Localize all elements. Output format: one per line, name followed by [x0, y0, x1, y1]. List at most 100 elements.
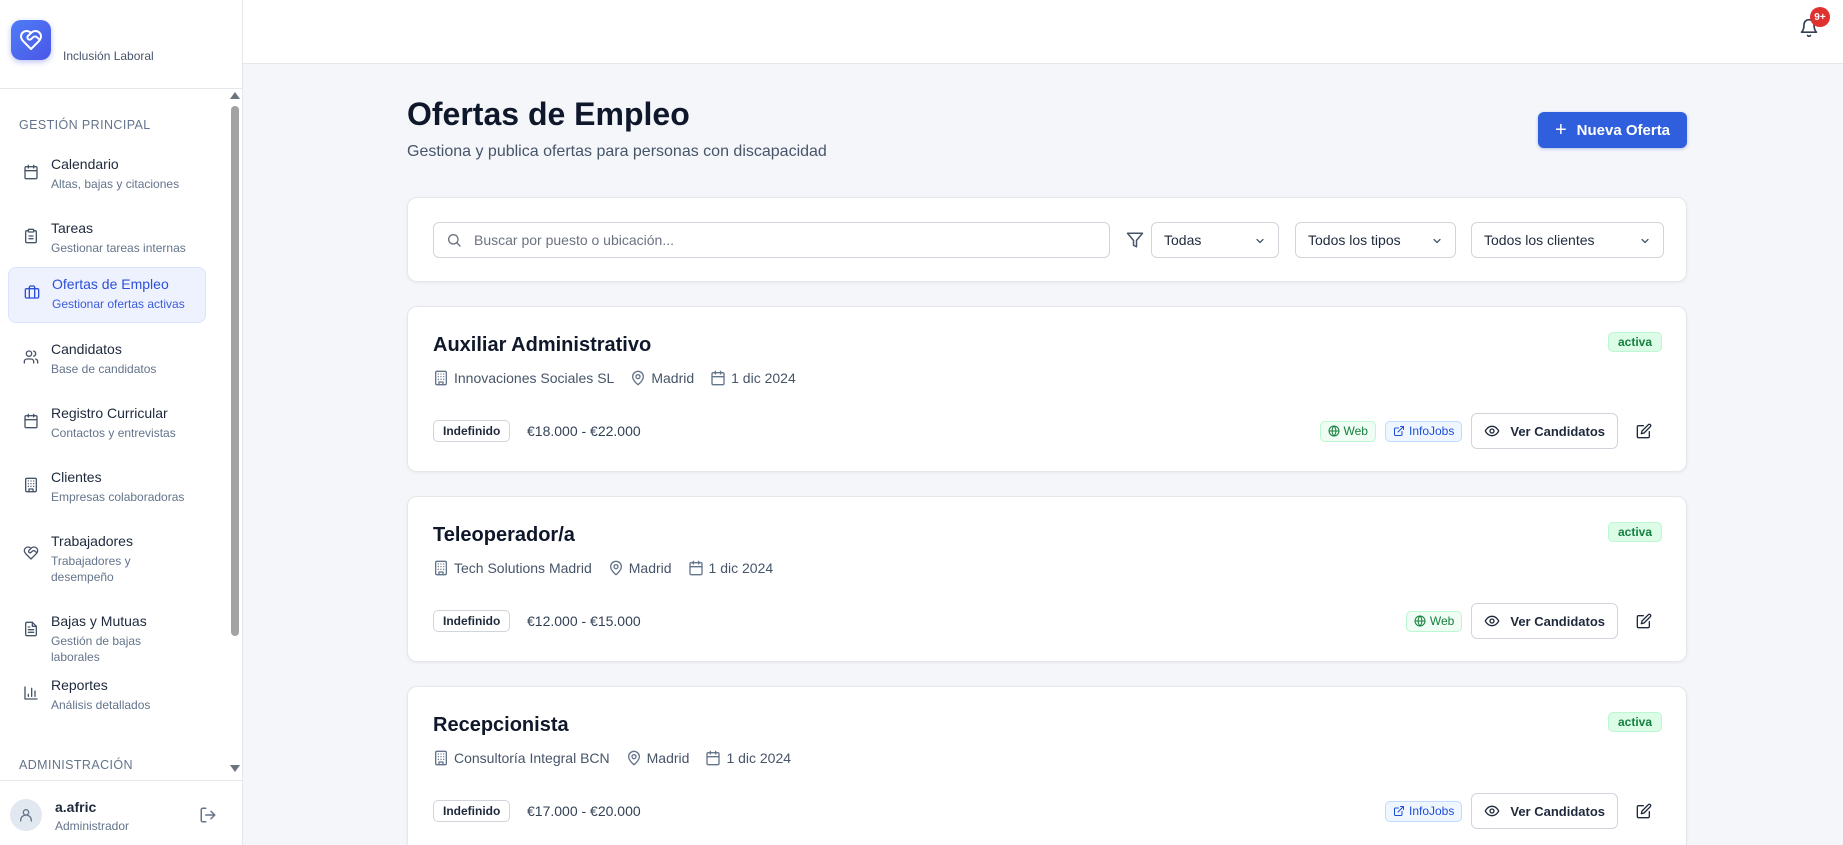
section-label-main: GESTIÓN PRINCIPAL — [19, 118, 151, 132]
location-text: Madrid — [651, 370, 695, 386]
search-input[interactable] — [474, 223, 1094, 257]
sidebar-item-label: Trabajadores — [51, 533, 133, 549]
view-candidates-button[interactable]: Ver Candidatos — [1471, 793, 1618, 829]
edit-icon — [1636, 613, 1652, 629]
sidebar-item-label: Bajas y Mutuas — [51, 613, 147, 629]
sidebar-item-tareas[interactable]: Tareas Gestionar tareas internas — [8, 212, 206, 266]
scroll-up-arrow-icon[interactable] — [230, 92, 240, 99]
job-date: 1 dic 2024 — [705, 750, 791, 766]
job-date: 1 dic 2024 — [688, 560, 773, 576]
file-text-icon — [25, 621, 37, 637]
calendar-icon — [24, 164, 38, 180]
divider — [0, 88, 242, 89]
section-label-admin: ADMINISTRACIÓN — [19, 758, 133, 772]
sidebar-item-reportes[interactable]: Reportes Análisis detallados — [8, 669, 206, 723]
sidebar-item-sub: Empresas colaboradoras — [51, 490, 185, 504]
job-card: Auxiliar Administrativo activa Innovacio… — [407, 306, 1687, 472]
view-candidates-label: Ver Candidatos — [1510, 613, 1605, 629]
calendar-icon — [711, 370, 725, 386]
building-icon — [435, 370, 447, 386]
edit-button[interactable] — [1626, 603, 1662, 639]
sidebar-item-bajas-mutuas[interactable]: Bajas y Mutuas Gestión de bajas laborale… — [8, 605, 206, 664]
type-select-value: Todos los tipos — [1308, 232, 1401, 248]
search-box[interactable] — [433, 222, 1110, 258]
job-meta: Innovaciones Sociales SL Madrid 1 dic 20… — [433, 369, 812, 387]
job-meta: Tech Solutions Madrid Madrid 1 dic 2024 — [433, 559, 789, 577]
plus-icon: + — [1554, 119, 1567, 141]
job-card: Recepcionista activa Consultoría Integra… — [407, 686, 1687, 845]
job-actions: InfoJobs Ver Candidatos — [1384, 793, 1662, 829]
job-company: Innovaciones Sociales SL — [433, 370, 614, 386]
job-company: Tech Solutions Madrid — [433, 560, 592, 576]
salary-range: €17.000 - €20.000 — [527, 803, 641, 819]
chevron-down-icon — [1641, 238, 1649, 244]
job-date: 1 dic 2024 — [710, 370, 796, 386]
date-text: 1 dic 2024 — [726, 750, 792, 766]
new-offer-label: Nueva Oferta — [1576, 121, 1671, 139]
web-channel-badge[interactable]: Web — [1405, 610, 1463, 632]
status-badge: activa — [1607, 332, 1662, 352]
building-icon — [25, 477, 37, 493]
user-panel: a.afric Administrador — [0, 780, 242, 845]
sidebar-scrollbar[interactable] — [229, 90, 241, 776]
sidebar-item-trabajadores[interactable]: Trabajadores Trabajadores y desempeño — [8, 525, 206, 595]
infojobs-channel-badge[interactable]: InfoJobs — [1384, 420, 1463, 442]
brand[interactable]: Inclusión Laboral — [11, 20, 231, 64]
job-card: Teleoperador/a activa Tech Solutions Mad… — [407, 496, 1687, 662]
avatar[interactable] — [10, 799, 42, 831]
filter-card: Todas Todos los tipos Todos los clientes — [407, 197, 1687, 282]
job-title[interactable]: Teleoperador/a — [433, 524, 575, 547]
view-candidates-button[interactable]: Ver Candidatos — [1471, 413, 1618, 449]
user-role: Administrador — [55, 819, 130, 833]
scroll-down-arrow-icon[interactable] — [230, 765, 240, 772]
users-icon — [23, 350, 39, 364]
logout-icon[interactable] — [199, 806, 217, 824]
map-pin-icon — [627, 750, 640, 766]
sidebar-item-candidatos[interactable]: Candidatos Base de candidatos — [8, 333, 206, 387]
sidebar-item-label: Reportes — [51, 677, 108, 693]
client-select-value: Todos los clientes — [1484, 232, 1595, 248]
sidebar-item-label: Candidatos — [51, 341, 122, 357]
job-title[interactable]: Recepcionista — [433, 714, 569, 737]
type-select[interactable]: Todos los tipos — [1295, 222, 1456, 258]
sidebar-nav: GESTIÓN PRINCIPAL Calendario Altas, baja… — [0, 90, 232, 776]
sidebar-item-sub: Gestionar tareas internas — [51, 241, 186, 255]
sidebar-item-sub: Gestionar ofertas activas — [52, 297, 185, 311]
search-icon — [448, 234, 461, 247]
sidebar-item-label: Tareas — [51, 220, 94, 236]
infojobs-label: InfoJobs — [1408, 424, 1455, 438]
web-label: Web — [1343, 424, 1368, 438]
sidebar-item-ofertas[interactable]: Ofertas de Empleo Gestionar ofertas acti… — [8, 267, 206, 323]
bar-chart-icon — [24, 686, 38, 700]
building-icon — [435, 560, 447, 576]
job-meta: Consultoría Integral BCN Madrid 1 dic 20… — [433, 749, 807, 767]
contract-badge: Indefinido — [433, 800, 511, 822]
scroll-thumb[interactable] — [231, 106, 239, 636]
contract-badge: Indefinido — [433, 610, 511, 632]
edit-button[interactable] — [1626, 793, 1662, 829]
globe-icon — [1328, 425, 1340, 437]
sidebar-item-sub: Gestión de bajas laborales — [51, 634, 142, 664]
chevron-down-icon — [1433, 238, 1441, 244]
infojobs-channel-badge[interactable]: InfoJobs — [1384, 800, 1463, 822]
web-channel-badge[interactable]: Web — [1319, 420, 1376, 442]
status-select[interactable]: Todas — [1151, 222, 1279, 258]
view-candidates-label: Ver Candidatos — [1510, 423, 1605, 439]
job-location: Madrid — [626, 750, 689, 766]
view-candidates-button[interactable]: Ver Candidatos — [1471, 603, 1618, 639]
job-title[interactable]: Auxiliar Administrativo — [433, 334, 651, 357]
new-offer-button[interactable]: + Nueva Oferta — [1538, 112, 1687, 148]
filter-icon — [1126, 232, 1144, 248]
sidebar-item-label: Ofertas de Empleo — [52, 276, 169, 292]
job-location: Madrid — [608, 560, 672, 576]
external-link-icon — [1393, 426, 1404, 436]
sidebar-item-calendario[interactable]: Calendario Altas, bajas y citaciones — [8, 148, 206, 202]
edit-button[interactable] — [1626, 413, 1662, 449]
topbar — [243, 0, 1843, 64]
sidebar-item-registro-curricular[interactable]: Registro Curricular Contactos y entrevis… — [8, 397, 206, 451]
company-name: Innovaciones Sociales SL — [454, 370, 615, 386]
sidebar-item-sub: Trabajadores y desempeño — [51, 554, 131, 584]
client-select[interactable]: Todos los clientes — [1471, 222, 1664, 258]
sidebar-item-clientes[interactable]: Clientes Empresas colaboradoras — [8, 461, 206, 515]
sidebar-item-label: Clientes — [51, 469, 102, 485]
